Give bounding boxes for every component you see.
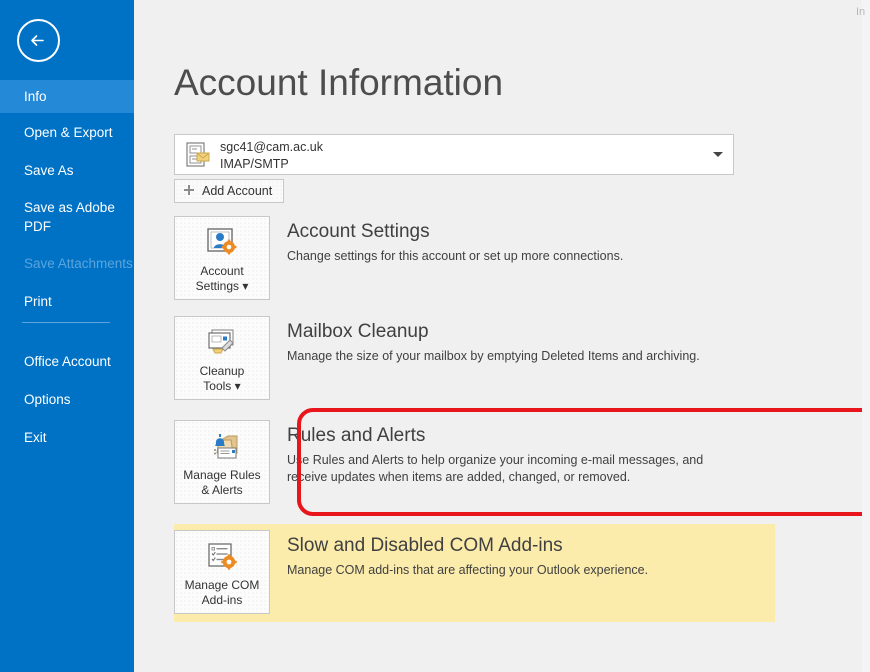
manage-rules-and-alerts-button[interactable]: Manage Rules & Alerts bbox=[174, 420, 270, 504]
section-account-settings: Account Settings ▾ Account Settings Chan… bbox=[174, 216, 736, 300]
section-title: Slow and Disabled COM Add-ins bbox=[287, 534, 648, 558]
sidebar-item-save-as-adobe-pdf[interactable]: Save as Adobe PDF bbox=[0, 198, 134, 234]
manage-com-addins-tile-label: Manage COM Add-ins bbox=[185, 578, 260, 608]
window-right-edge bbox=[862, 0, 870, 672]
section-title: Rules and Alerts bbox=[287, 424, 732, 448]
sidebar-item-label: Save As bbox=[24, 162, 74, 179]
add-account-label: Add Account bbox=[202, 184, 272, 198]
account-type: IMAP/SMTP bbox=[220, 157, 289, 171]
sidebar-item-office-account[interactable]: Office Account bbox=[0, 351, 134, 371]
back-button[interactable] bbox=[17, 19, 60, 62]
cleanup-tools-icon bbox=[205, 325, 239, 361]
section-description: Change settings for this account or set … bbox=[287, 248, 623, 265]
rules-and-alerts-text: Rules and Alerts Use Rules and Alerts to… bbox=[287, 420, 732, 486]
back-arrow-icon bbox=[19, 21, 58, 60]
sidebar-item-open-and-export[interactable]: Open & Export bbox=[0, 122, 134, 142]
sidebar-item-print[interactable]: Print bbox=[0, 291, 134, 311]
account-settings-tile-label: Account Settings ▾ bbox=[196, 264, 249, 294]
sidebar-item-options[interactable]: Options bbox=[0, 389, 134, 409]
mailbox-cleanup-text: Mailbox Cleanup Manage the size of your … bbox=[287, 316, 700, 365]
sidebar-item-label: Save as Adobe PDF bbox=[24, 198, 116, 236]
sidebar-item-label: Office Account bbox=[24, 353, 111, 370]
section-mailbox-cleanup: Cleanup Tools ▾ Mailbox Cleanup Manage t… bbox=[174, 316, 736, 400]
sidebar-item-label: Info bbox=[24, 88, 47, 105]
add-account-button[interactable]: Add Account bbox=[174, 179, 284, 203]
sidebar-item-label: Save Attachments bbox=[24, 255, 133, 272]
sidebar-item-label: Open & Export bbox=[24, 124, 113, 141]
manage-com-addins-icon bbox=[205, 539, 239, 575]
section-rules-and-alerts: Manage Rules & Alerts Rules and Alerts U… bbox=[174, 420, 736, 504]
section-title: Account Settings bbox=[287, 220, 623, 244]
section-com-addins: Manage COM Add-ins Slow and Disabled COM… bbox=[174, 524, 775, 622]
cleanup-tools-tile-label: Cleanup Tools ▾ bbox=[200, 364, 245, 394]
sidebar-item-save-attachments: Save Attachments bbox=[0, 253, 134, 273]
section-description: Manage COM add-ins that are affecting yo… bbox=[287, 562, 648, 579]
page-title: Account Information bbox=[174, 62, 503, 104]
backstage-sidebar: Info Open & Export Save As Save as Adobe… bbox=[0, 0, 134, 672]
section-description: Use Rules and Alerts to help organize yo… bbox=[287, 452, 732, 486]
manage-com-addins-button[interactable]: Manage COM Add-ins bbox=[174, 530, 270, 614]
plus-icon bbox=[183, 184, 195, 199]
account-selector[interactable]: sgc41@cam.ac.uk IMAP/SMTP bbox=[174, 134, 734, 175]
corner-truncated-text: In bbox=[856, 6, 868, 18]
sidebar-item-info[interactable]: Info bbox=[0, 80, 134, 113]
account-settings-button[interactable]: Account Settings ▾ bbox=[174, 216, 270, 300]
mailbox-account-icon bbox=[183, 140, 213, 175]
account-email: sgc41@cam.ac.uk bbox=[220, 140, 323, 154]
sidebar-item-label: Exit bbox=[24, 429, 47, 446]
manage-rules-tile-label: Manage Rules & Alerts bbox=[183, 468, 260, 498]
sidebar-item-label: Print bbox=[24, 293, 52, 310]
section-title: Mailbox Cleanup bbox=[287, 320, 700, 344]
account-information-pane: Account Information sgc41@cam.ac.uk IMAP… bbox=[134, 0, 862, 672]
com-addins-text: Slow and Disabled COM Add-ins Manage COM… bbox=[287, 530, 648, 579]
sidebar-item-save-as[interactable]: Save As bbox=[0, 160, 134, 180]
account-settings-text: Account Settings Change settings for thi… bbox=[287, 216, 623, 265]
section-description: Manage the size of your mailbox by empty… bbox=[287, 348, 700, 365]
cleanup-tools-button[interactable]: Cleanup Tools ▾ bbox=[174, 316, 270, 400]
sidebar-item-exit[interactable]: Exit bbox=[0, 427, 134, 447]
sidebar-item-label: Options bbox=[24, 391, 71, 408]
manage-rules-icon bbox=[204, 429, 240, 465]
chevron-down-icon[interactable] bbox=[713, 152, 723, 157]
sidebar-divider bbox=[22, 322, 110, 323]
account-settings-icon bbox=[205, 225, 239, 261]
